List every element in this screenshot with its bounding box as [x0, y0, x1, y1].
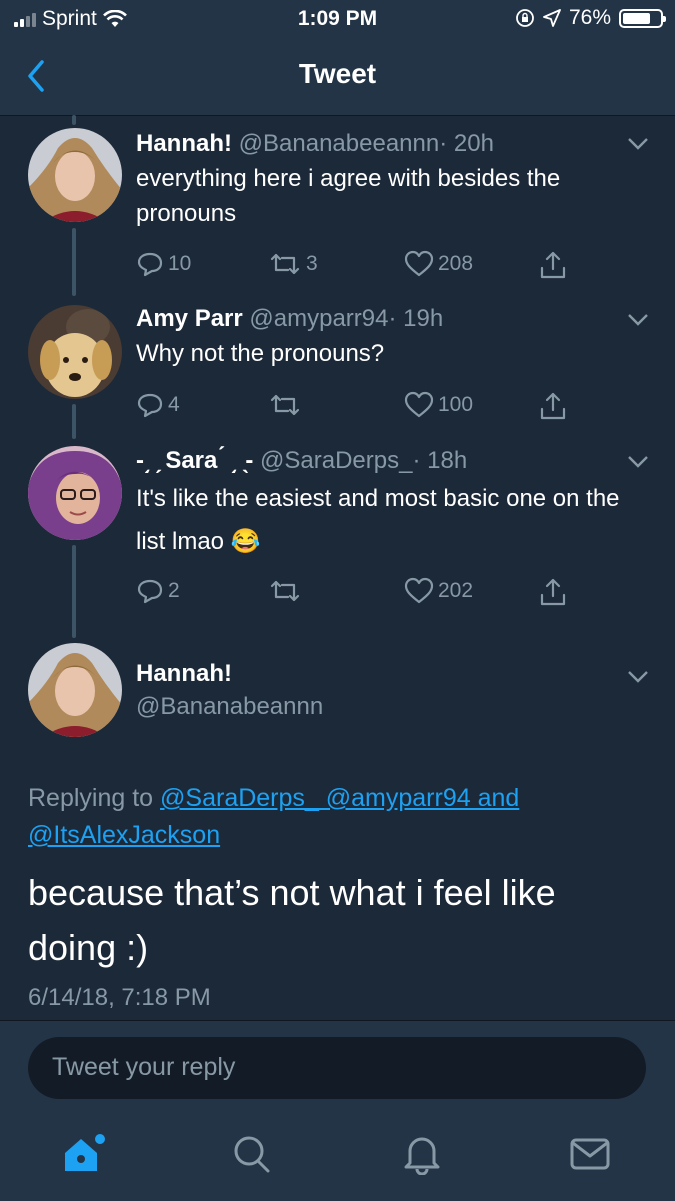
share-button[interactable] [538, 250, 568, 280]
share-icon [540, 392, 566, 420]
author-name[interactable]: Hannah! [136, 660, 232, 687]
replying-to: Replying to @SaraDerps_ @amyparr94 and @… [28, 780, 628, 854]
like-button[interactable]: 202 [404, 577, 473, 605]
tweet-text: everything here i agree with besides the… [136, 165, 561, 227]
retweet-icon [270, 580, 300, 602]
author-handle[interactable]: @SaraDerps_ [260, 447, 412, 474]
status-bar: Sprint 1:09 PM 76% [0, 0, 675, 38]
share-icon [540, 578, 566, 606]
avatar[interactable] [28, 305, 122, 399]
heart-icon [404, 250, 434, 277]
retweet-button[interactable]: 3 [268, 250, 318, 278]
reply-button[interactable]: 2 [136, 577, 180, 605]
thread-line [72, 115, 76, 125]
reply-button[interactable]: 4 [136, 391, 180, 419]
replying-to-prefix: Replying to [28, 784, 161, 812]
tweet-time: · 20h [439, 130, 494, 157]
author-name[interactable]: -͵ ̗ Sara ́ ͵ ̖- [136, 447, 253, 474]
nav-header: Tweet [0, 38, 675, 116]
author-handle[interactable]: @Bananabeeannn [239, 130, 440, 157]
like-button[interactable]: 100 [404, 391, 473, 419]
tweet-text: It's like the easiest and most basic one… [136, 485, 620, 555]
tweet-timestamp: 6/14/18, 7:18 PM [28, 984, 211, 1011]
search-icon [234, 1136, 270, 1173]
reply-icon [137, 252, 163, 277]
retweet-icon [270, 253, 300, 275]
notifications-icon [404, 1137, 440, 1175]
battery-percent: 76% [568, 6, 611, 29]
heart-icon [404, 577, 434, 604]
share-button[interactable] [538, 577, 568, 607]
share-icon [540, 251, 566, 279]
reply-button[interactable]: 10 [136, 250, 191, 278]
tab-home[interactable] [54, 1129, 114, 1179]
avatar[interactable] [28, 446, 122, 540]
home-icon [65, 1134, 105, 1171]
heart-icon [404, 391, 434, 418]
thread-line [72, 545, 76, 638]
reply-input[interactable]: Tweet your reply [28, 1037, 646, 1099]
bottom-bar: Tweet your reply [0, 1020, 675, 1201]
retweet-count: 3 [306, 252, 318, 275]
tweet-time: · 18h [412, 447, 468, 474]
reply-icon [137, 393, 163, 418]
author-handle[interactable]: @Bananabeannn [136, 693, 323, 720]
chevron-down-icon[interactable] [627, 670, 649, 684]
retweet-button[interactable] [268, 577, 306, 605]
rotation-lock-icon [516, 9, 534, 27]
reply-count: 2 [168, 579, 180, 602]
chevron-down-icon[interactable] [627, 313, 649, 327]
battery-icon [619, 8, 666, 28]
reply-icon [137, 579, 163, 604]
tweet-time: · 19h [388, 305, 444, 332]
like-button[interactable]: 208 [404, 250, 473, 278]
avatar[interactable] [28, 128, 122, 222]
reply-count: 10 [168, 252, 192, 275]
tab-notifications[interactable] [392, 1129, 452, 1179]
avatar[interactable] [28, 643, 122, 737]
thread-line [72, 228, 76, 296]
author-name[interactable]: Hannah! [136, 130, 232, 157]
chevron-down-icon[interactable] [627, 137, 649, 151]
thread-line [72, 404, 76, 439]
tab-messages[interactable] [560, 1129, 620, 1179]
tab-bar [0, 1121, 675, 1201]
author-name[interactable]: Amy Parr [136, 305, 243, 332]
page-title: Tweet [298, 58, 377, 89]
like-count: 202 [438, 579, 474, 602]
messages-icon [570, 1138, 610, 1170]
author-handle[interactable]: @amyparr94 [249, 305, 388, 332]
focused-tweet-text: because that’s not what i feel like doin… [28, 872, 556, 968]
chevron-down-icon[interactable] [627, 455, 649, 469]
retweet-button[interactable] [268, 391, 306, 419]
share-button[interactable] [538, 391, 568, 421]
retweet-icon [270, 394, 300, 416]
location-icon [543, 9, 561, 27]
like-count: 208 [438, 252, 474, 275]
tweet-text: Why not the pronouns? [136, 340, 385, 367]
reply-count: 4 [168, 393, 180, 416]
reply-input-placeholder: Tweet your reply [52, 1053, 236, 1081]
tab-search[interactable] [222, 1129, 282, 1179]
like-count: 100 [438, 393, 474, 416]
